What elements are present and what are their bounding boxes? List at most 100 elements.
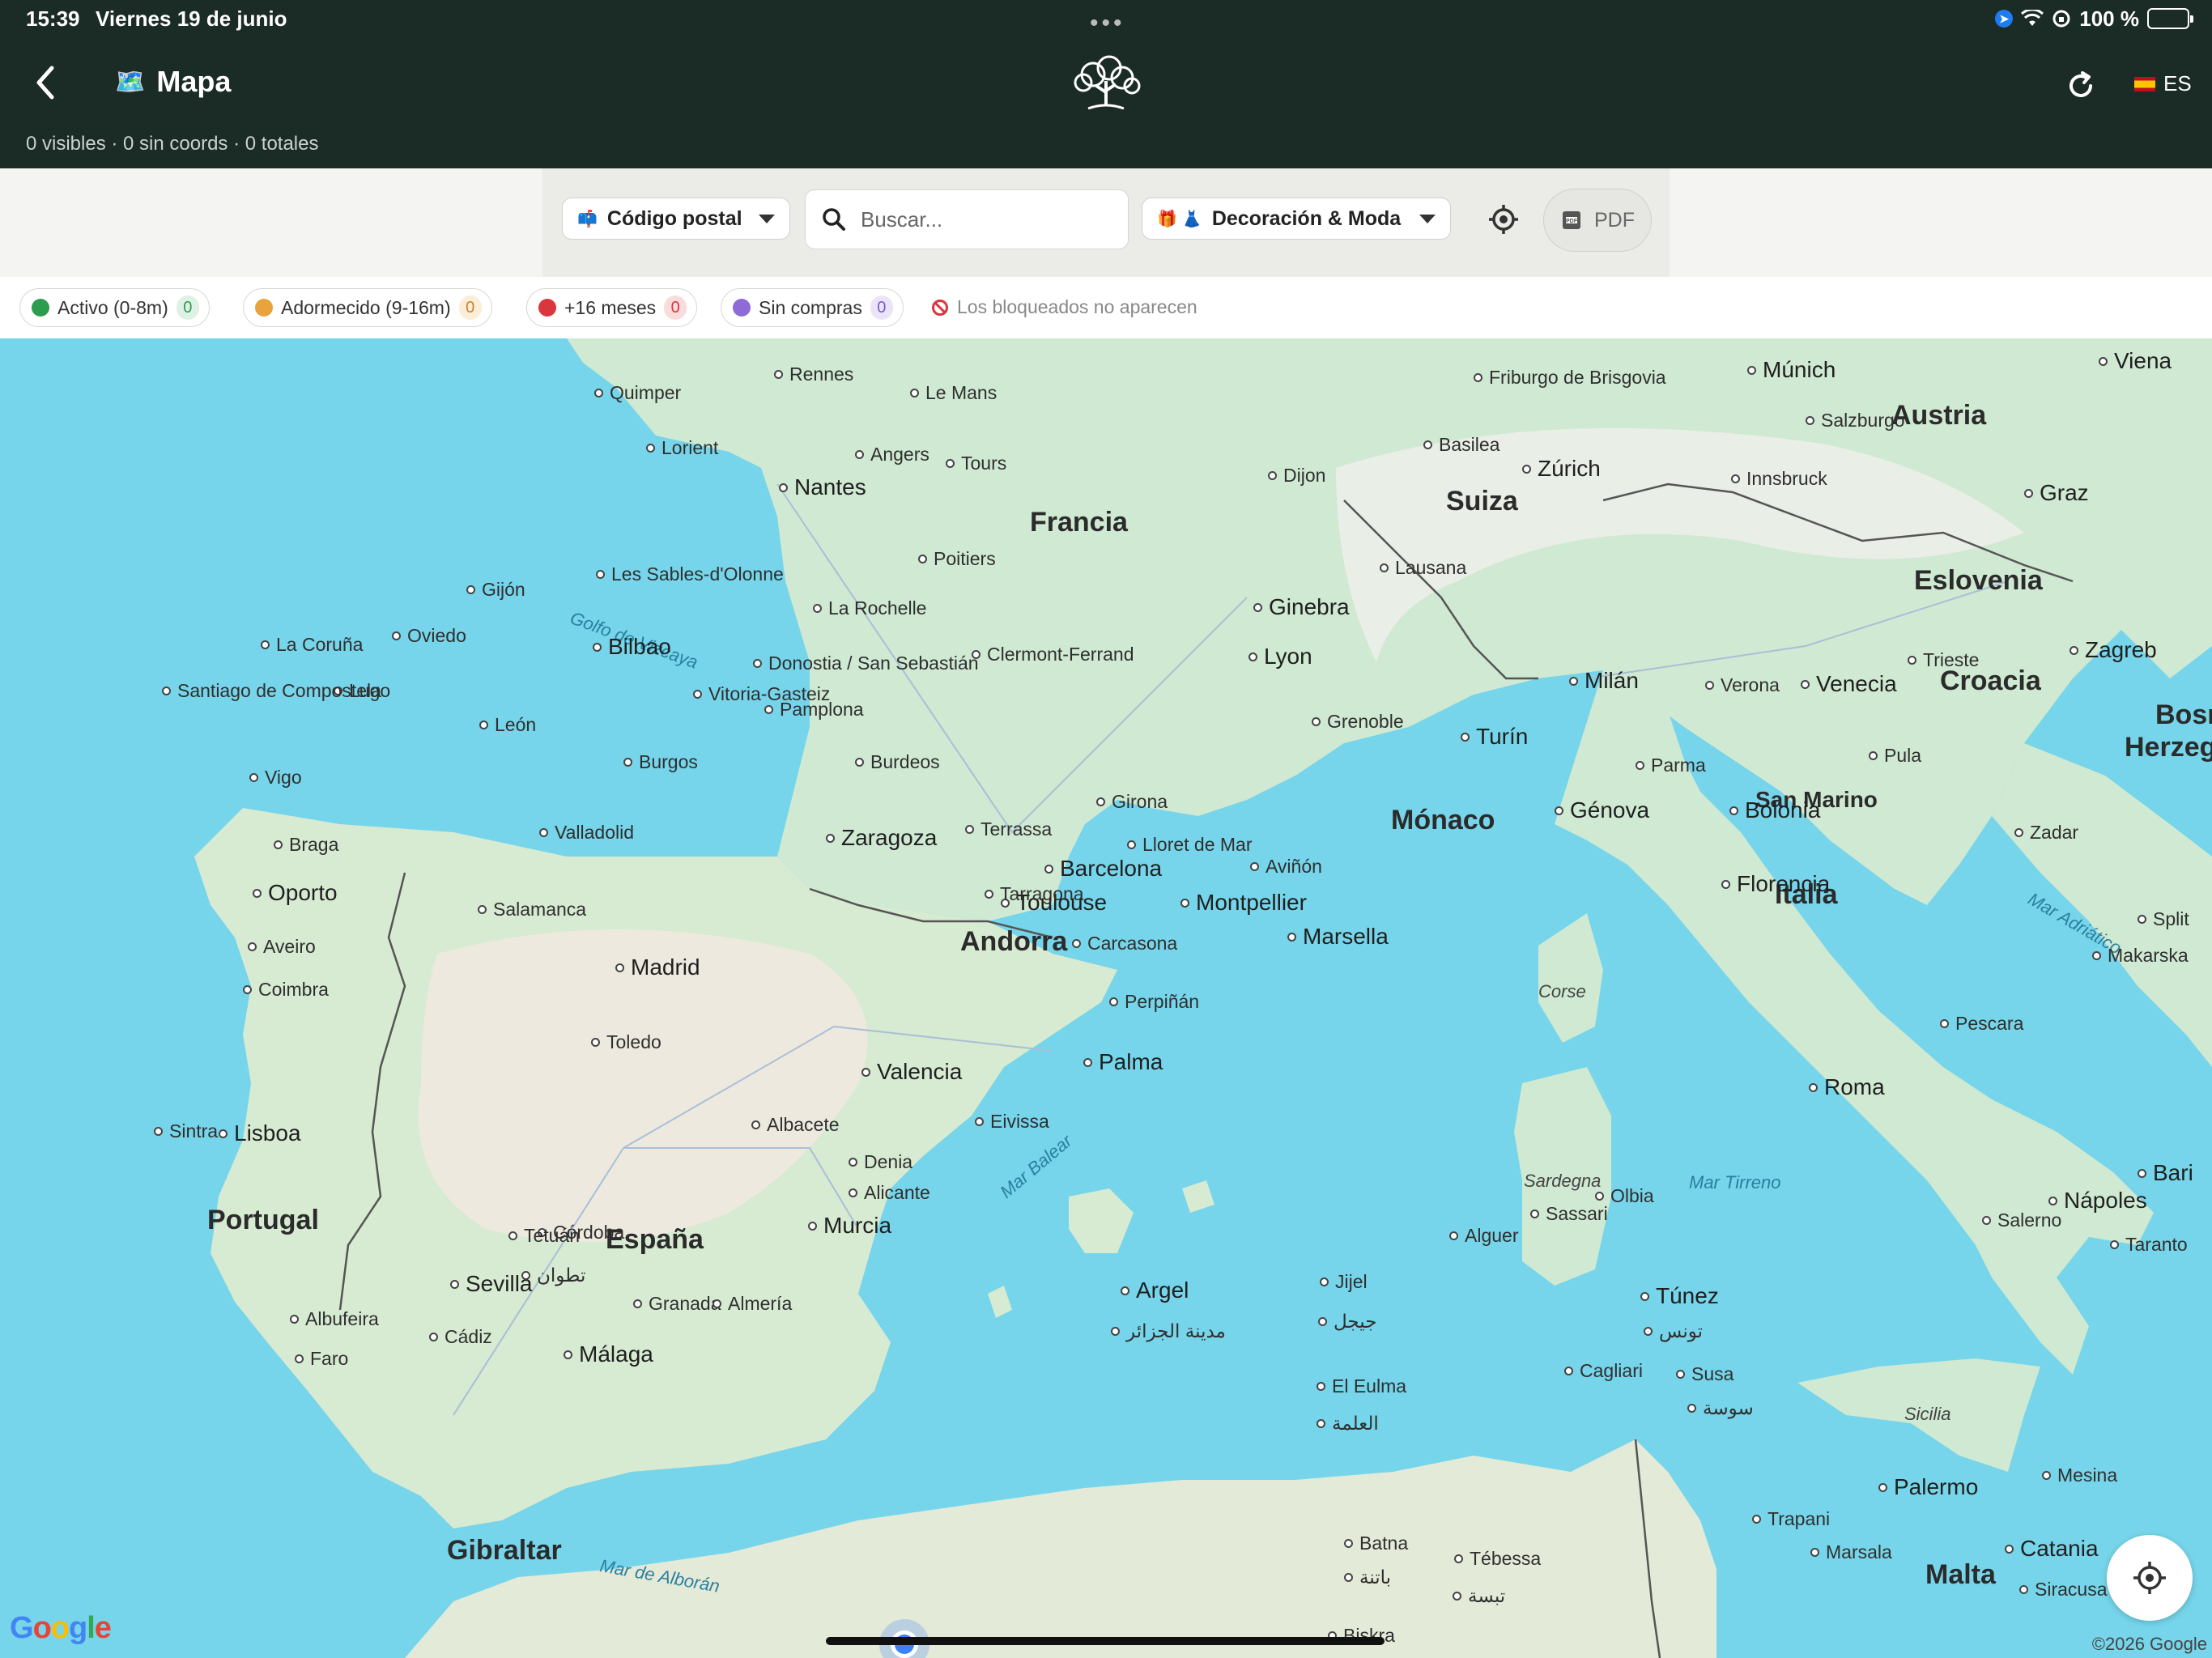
city-name: Angers — [870, 444, 929, 465]
city-label: Les Sables-d'Olonne — [596, 563, 784, 585]
city-label: Zaragoza — [826, 825, 937, 851]
legend-chip[interactable]: +16 meses 0 — [526, 288, 698, 327]
postal-code-dropdown[interactable]: 📫 Código postal — [562, 198, 790, 240]
refresh-button[interactable] — [2057, 62, 2105, 110]
city-marker-icon — [1705, 681, 1714, 690]
legend-chip[interactable]: Sin compras 0 — [721, 288, 904, 327]
city-marker-icon — [918, 555, 927, 563]
city-name: تطوان — [537, 1265, 586, 1286]
city-name: Toledo — [606, 1031, 661, 1052]
city-label: Toledo — [591, 1031, 661, 1053]
city-marker-icon — [2048, 1196, 2057, 1205]
status-indicators: ➤ 100 % — [1995, 5, 2193, 32]
city-label: Argel — [1121, 1278, 1189, 1303]
city-name: Málaga — [579, 1341, 653, 1367]
city-marker-icon — [1676, 1370, 1685, 1379]
app-header: 15:39 Viernes 19 de junio ••• ➤ 100 % 🗺️… — [0, 0, 2212, 168]
city-label: Burgos — [623, 751, 698, 773]
svg-text:PDF: PDF — [1566, 219, 1578, 224]
city-marker-icon — [1640, 1291, 1649, 1301]
city-label: Taranto — [2110, 1234, 2188, 1256]
search-input[interactable] — [861, 206, 1087, 232]
legend-chip[interactable]: Adormecido (9-16m) 0 — [243, 288, 492, 327]
city-marker-icon — [1869, 751, 1878, 760]
search-field[interactable] — [805, 189, 1129, 249]
city-name: Susa — [1691, 1363, 1734, 1384]
map-icon: 🗺️ — [115, 68, 146, 96]
city-name: Carcasona — [1087, 933, 1178, 954]
city-name: Palma — [1099, 1049, 1163, 1074]
city-marker-icon — [219, 1129, 228, 1138]
map-view[interactable]: Francia Suiza Austria Eslovenia Croacia … — [0, 338, 2212, 1658]
city-marker-icon — [274, 840, 283, 849]
city-label: Verona — [1705, 674, 1780, 696]
city-marker-icon — [1530, 1209, 1539, 1218]
city-label: Viena — [2099, 348, 2172, 374]
city-name: Bolonia — [1745, 797, 1821, 823]
city-label: Murcia — [808, 1213, 891, 1239]
spain-flag-icon — [2134, 76, 2155, 91]
city-label: Pescara — [1940, 1013, 2023, 1035]
city-label: Granada — [633, 1293, 721, 1315]
language-selector[interactable]: ES — [2134, 71, 2192, 96]
legend-chip-count: 0 — [458, 295, 482, 320]
city-name: جيجل — [1334, 1311, 1377, 1332]
legend-chip-label: +16 meses — [564, 296, 657, 318]
city-label: Málaga — [564, 1341, 653, 1367]
city-label: مدينة الجزائر — [1111, 1320, 1226, 1342]
status-dot-icon — [538, 299, 556, 317]
city-name: Pescara — [1955, 1013, 2024, 1034]
map-my-location-button[interactable] — [2107, 1535, 2193, 1621]
city-marker-icon — [965, 825, 974, 834]
city-marker-icon — [808, 1221, 817, 1231]
multitask-dots-icon[interactable]: ••• — [1090, 10, 1125, 37]
city-label: Zagreb — [2069, 637, 2157, 663]
country-label: Suiza — [1446, 486, 1518, 517]
city-marker-icon — [946, 459, 955, 468]
city-label: Valencia — [861, 1059, 962, 1085]
city-name: Roma — [1824, 1074, 1885, 1099]
city-marker-icon — [154, 1127, 163, 1136]
city-marker-icon — [1801, 679, 1810, 689]
city-name: Burdeos — [870, 751, 940, 772]
back-button[interactable] — [23, 58, 68, 107]
city-marker-icon — [1729, 806, 1738, 815]
pdf-export-button[interactable]: PDF PDF — [1543, 189, 1652, 252]
city-label: Donostia / San Sebastián — [753, 653, 979, 674]
city-label: Eivissa — [975, 1111, 1049, 1133]
home-indicator — [826, 1637, 1385, 1645]
city-label: Aviñón — [1250, 856, 1322, 878]
category-dropdown[interactable]: 🎁 👗 Decoración & Moda — [1142, 198, 1451, 240]
city-name: Santiago de Compostela — [177, 680, 381, 701]
locate-me-button[interactable] — [1485, 201, 1522, 238]
city-name: La Coruña — [276, 634, 364, 655]
city-marker-icon — [633, 1299, 642, 1308]
city-name: Zagreb — [2085, 637, 2157, 662]
city-marker-icon — [849, 1158, 857, 1167]
status-time: 15:39 — [26, 6, 80, 31]
city-label: Dijon — [1268, 465, 1325, 487]
city-label: Rennes — [774, 363, 853, 385]
city-label: La Rochelle — [813, 597, 926, 619]
city-marker-icon — [1344, 1539, 1353, 1548]
city-name: Venecia — [1816, 671, 1897, 696]
city-marker-icon — [615, 963, 624, 972]
city-name: Tours — [961, 453, 1007, 474]
city-marker-icon — [1072, 939, 1081, 948]
city-marker-icon — [910, 389, 919, 397]
legend-chip[interactable]: Activo (0-8m) 0 — [19, 288, 210, 327]
legend-chip-label: Adormecido (9-16m) — [281, 296, 451, 318]
city-marker-icon — [591, 1038, 600, 1047]
city-name: El Eulma — [1332, 1375, 1407, 1397]
city-label: Denia — [849, 1151, 912, 1173]
city-name: Alicante — [864, 1182, 930, 1203]
search-icon — [823, 208, 845, 231]
city-marker-icon — [2138, 915, 2146, 924]
city-marker-icon — [1569, 676, 1578, 686]
city-label: جيجل — [1318, 1311, 1376, 1333]
country-label: Austria — [1891, 400, 1987, 431]
city-label: Siracusa — [2019, 1579, 2107, 1601]
city-marker-icon — [1121, 1286, 1129, 1295]
status-dot-icon — [32, 299, 49, 317]
city-name: Milán — [1585, 668, 1639, 693]
